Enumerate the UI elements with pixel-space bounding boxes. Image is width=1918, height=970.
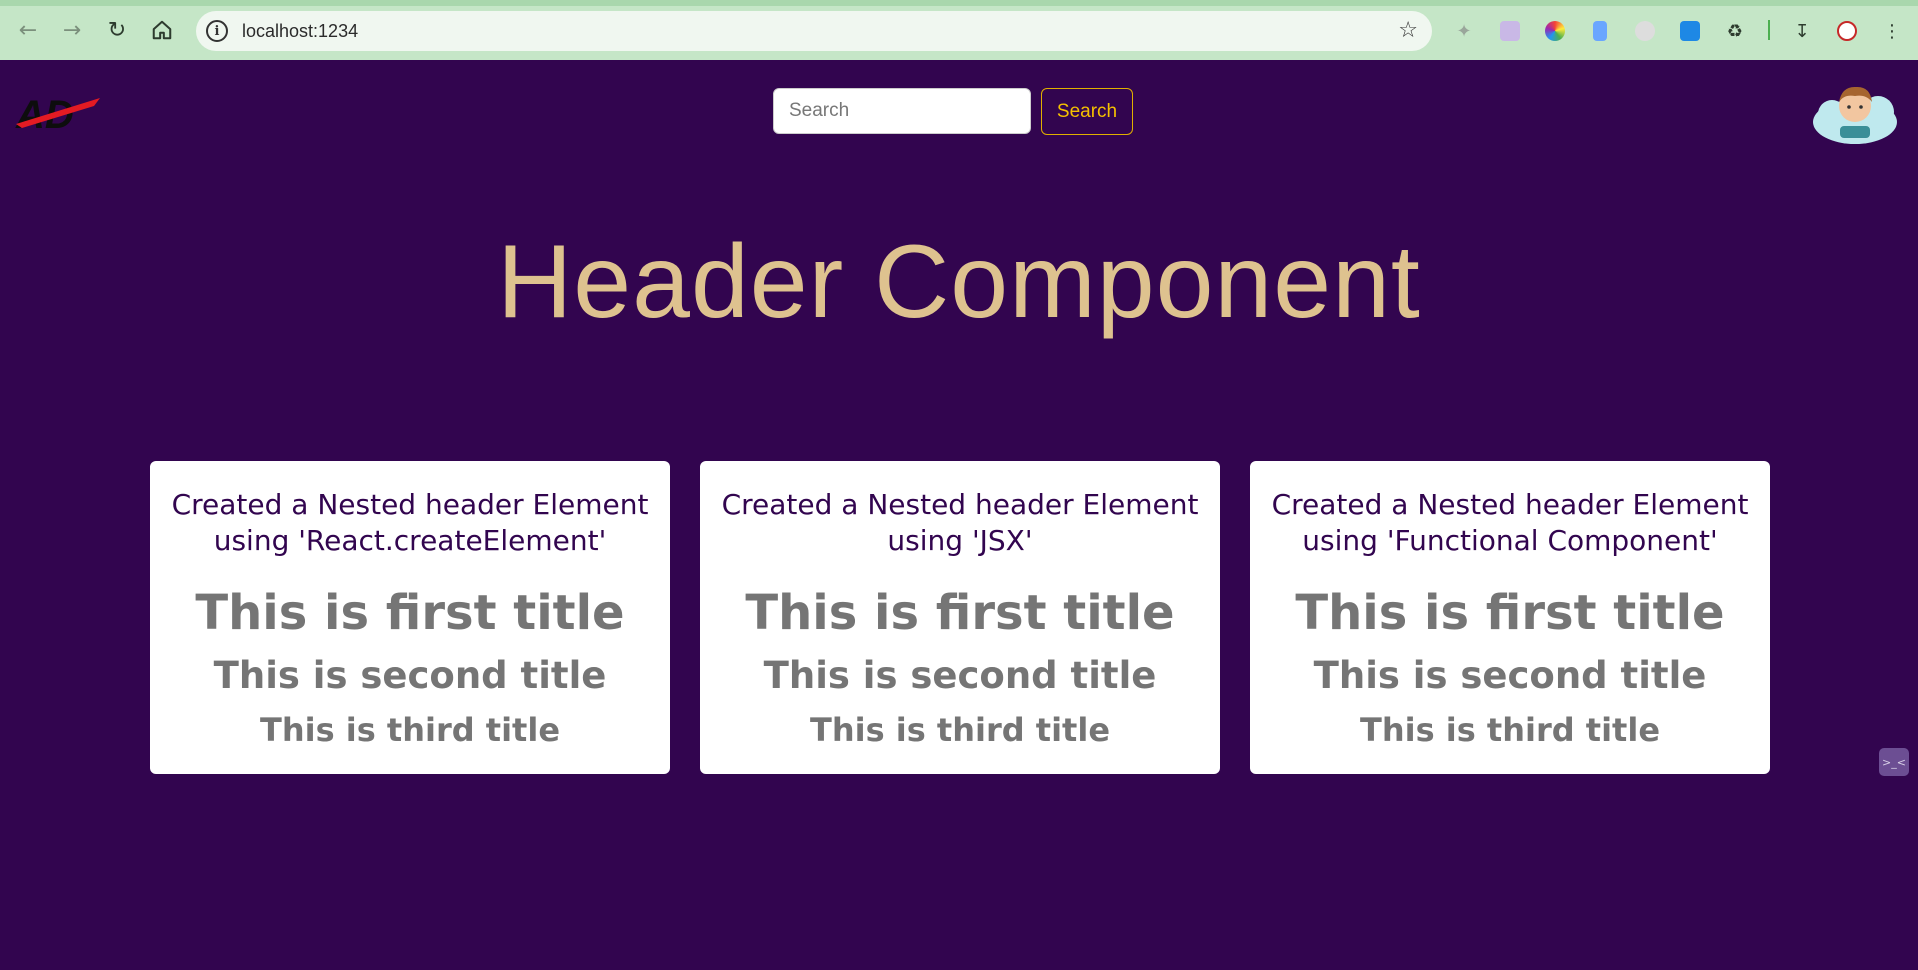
search-input[interactable] — [773, 88, 1031, 134]
reload-icon: ↻ — [107, 17, 127, 43]
first-title: This is first title — [195, 585, 625, 641]
card-jsx: Created a Nested header Element using 'J… — [700, 461, 1220, 774]
search-button[interactable]: Search — [1041, 88, 1133, 135]
kebab-menu-icon[interactable]: ⋮ — [1880, 19, 1904, 43]
third-title: This is third title — [259, 711, 561, 749]
third-title: This is third title — [809, 711, 1111, 749]
first-title: This is first title — [1295, 585, 1725, 641]
extension-device-icon[interactable] — [1588, 19, 1612, 43]
second-title: This is second title — [1313, 654, 1707, 697]
floating-extension-widget[interactable]: >_< — [1879, 748, 1909, 776]
star-icon[interactable]: ☆ — [1398, 18, 1418, 43]
terminal-icon: >_< — [1882, 755, 1906, 769]
home-button[interactable] — [146, 14, 178, 46]
toolbar-divider — [1768, 20, 1770, 40]
user-avatar[interactable] — [1810, 72, 1900, 148]
card-heading: Created a Nested header Element using 'R… — [171, 488, 649, 557]
first-title: This is first title — [745, 585, 1175, 641]
url-text[interactable]: localhost:1234 — [242, 21, 358, 42]
back-button[interactable]: ← — [12, 14, 44, 46]
extension-translate-icon[interactable] — [1678, 19, 1702, 43]
card-heading: Created a Nested header Element using 'J… — [721, 488, 1199, 557]
third-title: This is third title — [1359, 711, 1661, 749]
download-icon[interactable]: ↧ — [1790, 19, 1814, 43]
arrow-right-icon: → — [62, 17, 82, 43]
card-heading: Created a Nested header Element using 'F… — [1271, 488, 1749, 557]
extensions-puzzle-icon[interactable]: ♻ — [1723, 19, 1747, 43]
page-title: Header Component — [497, 224, 1421, 340]
extension-cloud-icon[interactable] — [1633, 19, 1657, 43]
extension-sparkle-icon[interactable]: ✦ — [1452, 19, 1476, 43]
info-icon[interactable]: i — [206, 20, 228, 42]
extension-terminal-icon[interactable] — [1498, 19, 1522, 43]
profile-avatar-icon[interactable] — [1835, 19, 1859, 43]
forward-button[interactable]: → — [56, 14, 88, 46]
arrow-left-icon: ← — [18, 17, 38, 43]
address-bar[interactable]: i localhost:1234 ☆ — [196, 11, 1432, 51]
reload-button[interactable]: ↻ — [101, 14, 133, 46]
second-title: This is second title — [213, 654, 607, 697]
home-icon — [152, 20, 172, 40]
tab-strip-edge — [0, 0, 1918, 6]
ad-logo[interactable]: AD — [14, 90, 102, 132]
card-react-create-element: Created a Nested header Element using 'R… — [150, 461, 670, 774]
extension-color-picker-icon[interactable] — [1543, 19, 1567, 43]
second-title: This is second title — [763, 654, 1157, 697]
card-functional-component: Created a Nested header Element using 'F… — [1250, 461, 1770, 774]
browser-toolbar: ← → ↻ i localhost:1234 ☆ ✦ ♻ ↧ ⋮ — [0, 0, 1918, 60]
